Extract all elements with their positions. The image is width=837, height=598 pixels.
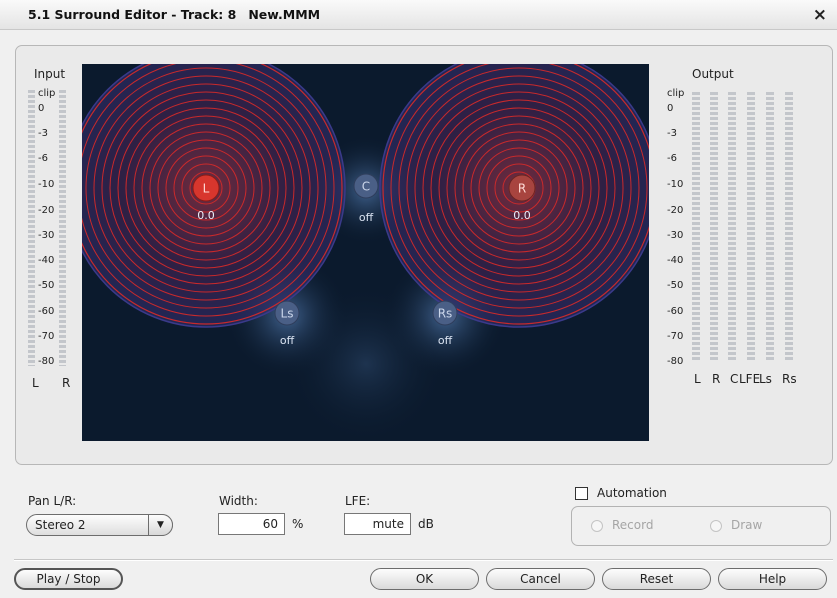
width-input[interactable]: 60 — [218, 513, 285, 535]
automation-checkbox[interactable] — [575, 487, 588, 500]
output-channel-label: R — [712, 372, 721, 386]
input-meter-tick-label: -40 — [38, 255, 55, 266]
close-icon[interactable]: × — [813, 5, 827, 25]
speaker-r-label: R — [518, 182, 526, 196]
speaker-rs-label: Rs — [438, 307, 453, 321]
input-meter-tick-label: -10 — [38, 179, 55, 190]
pan-select-value: Stereo 2 — [35, 518, 86, 532]
output-meter-bar — [747, 92, 755, 362]
speaker-l-label: L — [203, 182, 210, 196]
width-label: Width: — [219, 494, 258, 508]
input-meter-tick-label: -50 — [38, 280, 55, 291]
output-meter-bar — [692, 92, 700, 362]
input-meter-left-bar — [28, 90, 35, 366]
record-radio[interactable] — [591, 520, 603, 532]
output-meter-bar — [728, 92, 736, 362]
lfe-label: LFE: — [345, 494, 371, 508]
output-channel-label: L — [694, 372, 701, 386]
output-meter-label: Output — [692, 67, 734, 81]
speaker-c-label: C — [362, 180, 370, 194]
surround-field[interactable]: L 0.0 R 0.0 C off Ls off Rs off — [82, 64, 649, 441]
input-channel-l: L — [32, 376, 39, 390]
speaker-c-value: off — [359, 211, 374, 224]
speaker-ls-value: off — [280, 334, 295, 347]
output-meter-tick-label: -20 — [667, 205, 684, 216]
lfe-input[interactable]: mute — [344, 513, 411, 535]
input-meter-tick-label: -6 — [38, 153, 48, 164]
output-meter-tick-label: clip — [667, 88, 685, 99]
window-filename: New.MMM — [248, 7, 321, 22]
output-meter-tick-label: 0 — [667, 103, 674, 114]
input-meter-right-bar — [59, 90, 66, 366]
automation-group — [571, 506, 831, 546]
output-channel-label: LFE — [739, 372, 761, 386]
pan-select[interactable]: Stereo 2 ▼ — [26, 514, 173, 536]
input-meter-tick-label: clip — [38, 88, 56, 99]
input-meter-scale: clip 0 -3 -6 -10 -20 -30 -40 -50 -60 -70 -80 — [38, 88, 58, 368]
input-meter-tick-label: -3 — [38, 128, 48, 139]
input-meter-tick-label: -70 — [38, 331, 55, 342]
cancel-button[interactable]: Cancel — [486, 568, 595, 590]
output-channel-label: Ls — [759, 372, 772, 386]
width-unit: % — [292, 517, 304, 531]
reset-button[interactable]: Reset — [602, 568, 711, 590]
output-meter-bar — [766, 92, 774, 362]
output-meter-tick-label: -10 — [667, 179, 684, 190]
draw-radio-label: Draw — [731, 518, 763, 532]
input-meter-tick-label: -20 — [38, 205, 55, 216]
lfe-unit: dB — [418, 517, 434, 531]
input-meter-tick-label: -80 — [38, 356, 55, 367]
output-meter-tick-label: -60 — [667, 306, 684, 317]
help-button[interactable]: Help — [718, 568, 827, 590]
input-meter-tick-label: -30 — [38, 230, 55, 241]
draw-radio[interactable] — [710, 520, 722, 532]
chevron-down-icon[interactable]: ▼ — [148, 514, 173, 536]
rear-glow — [286, 284, 446, 441]
input-meter-tick-label: 0 — [38, 103, 45, 114]
output-meter-tick-label: -70 — [667, 331, 684, 342]
speaker-ls-label: Ls — [281, 307, 294, 321]
speaker-rs-value: off — [438, 334, 453, 347]
output-meter-tick-label: -6 — [667, 153, 677, 164]
title-bar: 5.1 Surround Editor - Track: 8 New.MMM × — [0, 0, 837, 30]
input-channel-r: R — [62, 376, 71, 390]
output-meter-tick-label: -30 — [667, 230, 684, 241]
automation-label: Automation — [597, 486, 667, 500]
output-meter-bar — [710, 92, 718, 362]
output-meter-bar — [785, 92, 793, 362]
output-meter-tick-label: -40 — [667, 255, 684, 266]
output-meter-tick-label: -80 — [667, 356, 684, 367]
record-radio-label: Record — [612, 518, 654, 532]
input-meter-label: Input — [34, 67, 66, 81]
output-meter-scale: clip 0 -3 -6 -10 -20 -30 -40 -50 -60 -70 -80 — [667, 88, 689, 368]
window-title: 5.1 Surround Editor - Track: 8 New.MMM — [28, 7, 320, 22]
pan-label: Pan L/R: — [28, 494, 77, 508]
output-meter-tick-label: -3 — [667, 128, 677, 139]
play-stop-button[interactable]: Play / Stop — [14, 568, 123, 590]
speaker-l-value: 0.0 — [197, 209, 215, 222]
output-meter-tick-label: -50 — [667, 280, 684, 291]
window-title-text: 5.1 Surround Editor - Track: 8 — [28, 7, 237, 22]
output-channel-label: C — [730, 372, 739, 386]
output-channel-label: Rs — [782, 372, 797, 386]
ok-button[interactable]: OK — [370, 568, 479, 590]
separator — [14, 559, 833, 560]
speaker-r-value: 0.0 — [513, 209, 531, 222]
input-meter-tick-label: -60 — [38, 306, 55, 317]
